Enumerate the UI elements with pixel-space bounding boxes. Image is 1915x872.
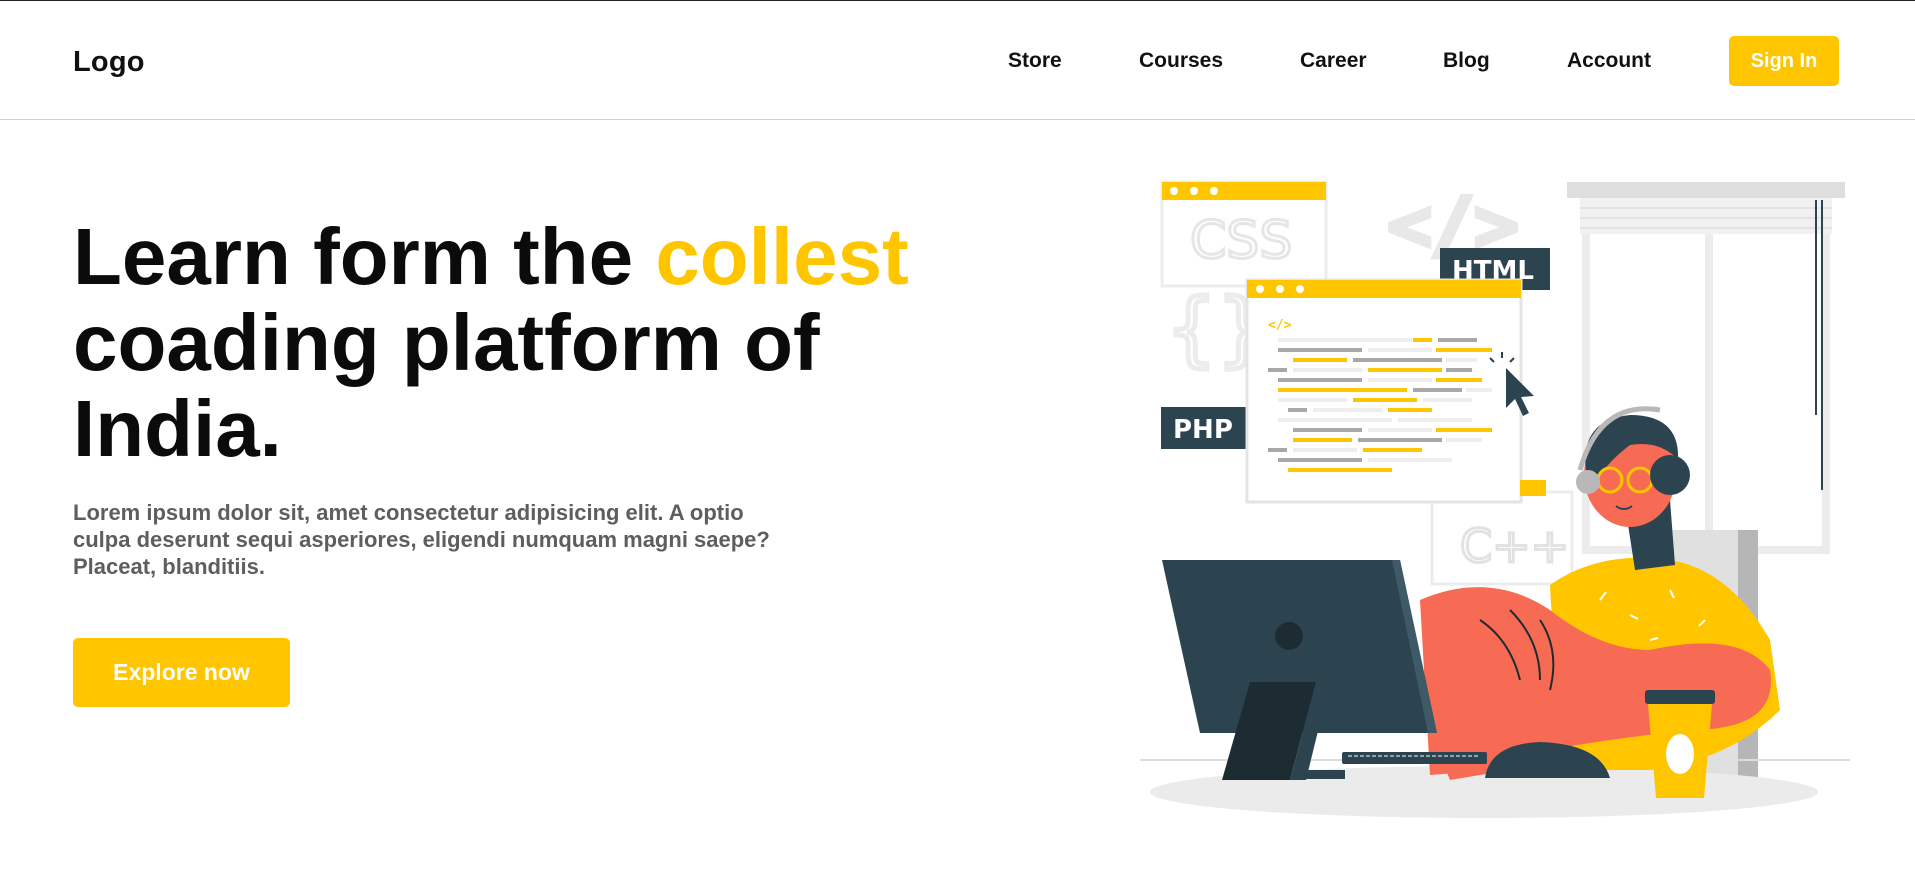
css-window: CSS (1160, 180, 1328, 288)
hero-subtitle: Lorem ipsum dolor sit, amet consectetur … (73, 500, 770, 579)
hero-title-part3: India. (73, 384, 282, 473)
explore-now-button[interactable]: Explore now (73, 638, 290, 707)
developer-illustration: CSS </> {} C++ HTML PHP </> (1140, 180, 1850, 818)
cpp-label: C++ (1460, 519, 1569, 573)
nav-blog[interactable]: Blog (1443, 49, 1490, 73)
code-editor-window: </> (1245, 278, 1546, 504)
coffee-cup (1645, 690, 1715, 798)
nav-courses[interactable]: Courses (1139, 49, 1223, 73)
css-label: CSS (1190, 211, 1292, 271)
nav-account[interactable]: Account (1567, 49, 1651, 73)
site-header: Logo Store Courses Career Blog Account S… (0, 1, 1915, 120)
computer-monitor (1162, 560, 1437, 780)
nav-career[interactable]: Career (1300, 49, 1367, 73)
hero-title: Learn form the collest coading platform o… (73, 214, 973, 472)
cpp-card: C++ (1430, 490, 1574, 586)
main-nav: Store Courses Career Blog Account (0, 49, 1915, 73)
hero-title-accent: collest (655, 212, 909, 301)
php-label: PHP (1173, 415, 1233, 445)
snippet-icon: </> (1268, 318, 1292, 333)
landing-page: Logo Store Courses Career Blog Account S… (0, 0, 1915, 872)
hero-title-part1: Learn form the (73, 212, 656, 301)
hero-title-part2: coading platform of (73, 298, 820, 387)
sign-in-button[interactable]: Sign In (1729, 36, 1839, 86)
php-tag: PHP (1161, 407, 1251, 449)
nav-store[interactable]: Store (1008, 49, 1062, 73)
